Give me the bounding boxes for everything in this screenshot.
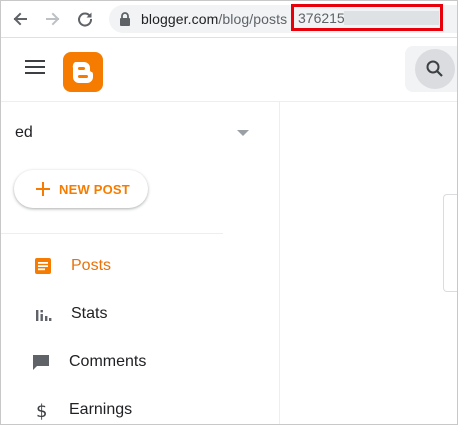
reload-button[interactable] [74,8,96,30]
url-text: blogger.com/blog/posts [141,11,287,27]
url-path: /blog/posts [218,11,288,27]
sidebar-item-stats[interactable]: Stats [1,294,279,334]
redacted-area [344,11,439,25]
hamburger-menu-icon[interactable] [25,60,45,76]
browser-window: blogger.com/blog/posts 376215 ed NEW POS… [0,0,458,425]
sidebar-item-label: Earnings [69,401,133,418]
url-blog-id: 376215 [298,10,345,26]
post-card-edge [443,194,457,292]
posts-icon [35,258,51,274]
plus-icon [36,182,50,196]
search-button[interactable] [415,49,455,89]
arrow-right-icon [46,12,60,26]
sidebar-item-earnings[interactable]: $ Earnings [1,390,279,424]
forward-button[interactable] [42,8,64,30]
main-content [280,102,457,424]
app-header [1,38,457,102]
reload-icon [78,12,93,27]
svg-text:$: $ [36,401,47,420]
url-highlight-box: 376215 [291,4,443,31]
blogger-b-glyph [72,62,93,83]
search-icon [426,60,443,77]
back-button[interactable] [9,8,31,30]
chevron-down-icon[interactable] [237,130,249,136]
sidebar-item-posts[interactable]: Posts [1,246,279,286]
blogger-logo-icon[interactable] [63,52,103,92]
sidebar: ed NEW POST Posts Stats Comments $ Earni… [1,102,280,424]
sidebar-item-label: Comments [69,353,147,370]
new-post-button[interactable]: NEW POST [14,170,148,208]
sidebar-item-comments[interactable]: Comments [1,342,279,382]
sidebar-item-label: Stats [71,305,108,322]
new-post-label: NEW POST [59,181,130,197]
lock-icon [120,12,130,26]
arrow-left-icon [13,12,27,26]
comments-icon [33,355,49,370]
browser-toolbar: blogger.com/blog/posts 376215 [1,1,457,38]
sidebar-divider [1,233,223,234]
sidebar-item-label: Posts [71,257,112,274]
blog-selector-name[interactable]: ed [15,124,33,142]
url-host: blogger.com [141,11,219,27]
stats-icon [36,310,52,321]
search-bar[interactable] [405,46,457,92]
earnings-icon: $ [36,401,47,420]
